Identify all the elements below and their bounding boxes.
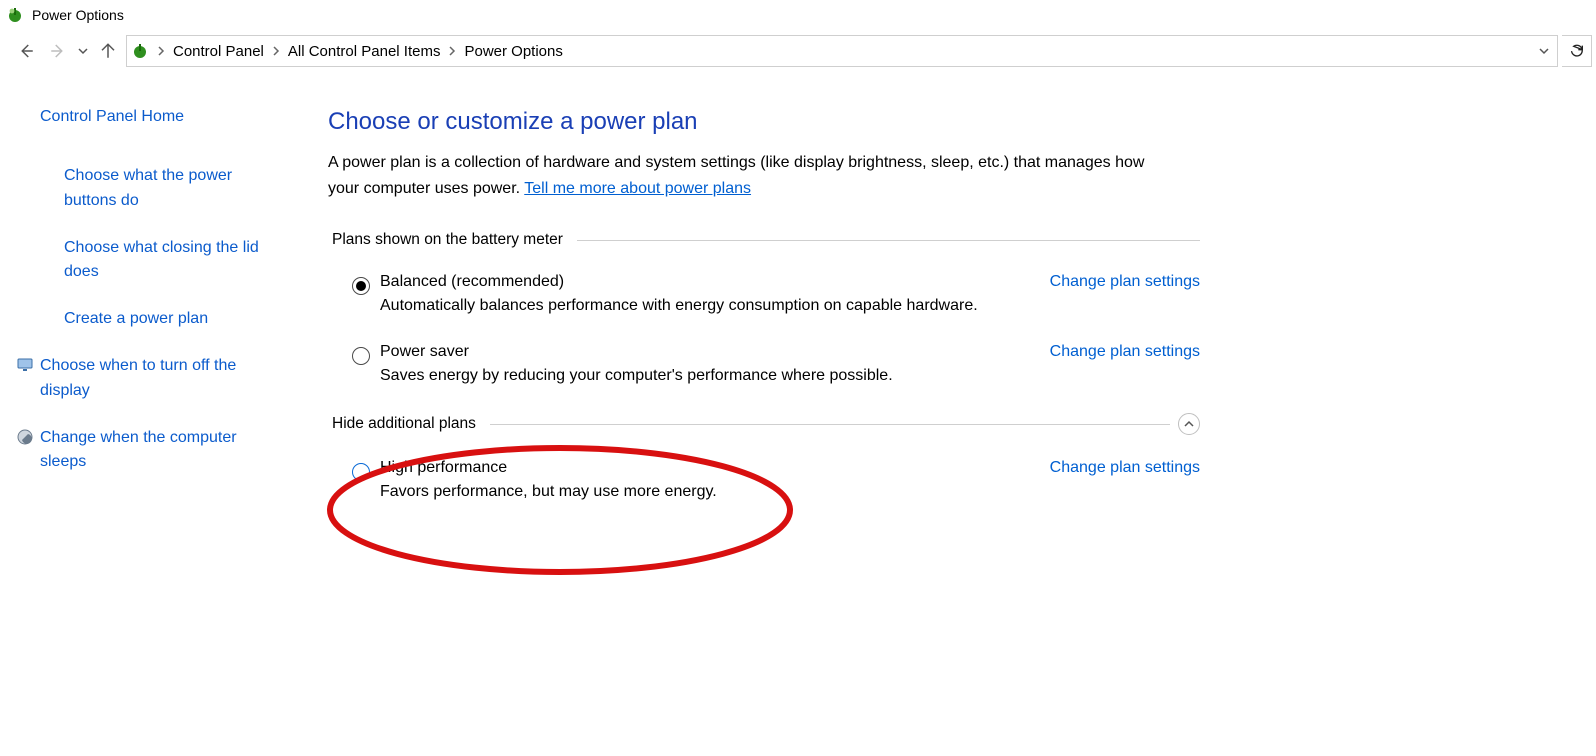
nav-forward-button[interactable]: [44, 37, 72, 65]
collapse-icon[interactable]: [1178, 413, 1200, 435]
group-battery-meter: Plans shown on the battery meter: [328, 231, 1200, 249]
address-bar[interactable]: Control Panel All Control Panel Items Po…: [126, 35, 1558, 67]
radio-balanced[interactable]: [352, 277, 370, 295]
plan-balanced: Balanced (recommended) Change plan setti…: [328, 273, 1200, 315]
change-plan-settings-link[interactable]: Change plan settings: [1050, 459, 1200, 477]
breadcrumb-item[interactable]: Control Panel: [169, 36, 268, 66]
nav-back-button[interactable]: [12, 37, 40, 65]
sidebar-link-lid[interactable]: Choose what closing the lid does: [64, 236, 276, 286]
nav-up-button[interactable]: [94, 37, 122, 65]
group-additional-plans[interactable]: Hide additional plans: [328, 413, 1200, 435]
sidebar: Control Panel Home Choose what the power…: [0, 108, 300, 529]
radio-high-performance[interactable]: [352, 463, 370, 481]
sidebar-link-display-off[interactable]: Choose when to turn off the display: [40, 354, 276, 404]
control-panel-icon: [131, 42, 149, 60]
breadcrumb-item[interactable]: Power Options: [460, 36, 566, 66]
change-plan-settings-link[interactable]: Change plan settings: [1050, 273, 1200, 291]
plan-name[interactable]: Balanced (recommended): [380, 273, 564, 291]
sidebar-link-power-buttons[interactable]: Choose what the power buttons do: [64, 164, 276, 214]
main-content: Choose or customize a power plan A power…: [300, 108, 1200, 529]
navigation-bar: Control Panel All Control Panel Items Po…: [0, 30, 1596, 72]
change-plan-settings-link[interactable]: Change plan settings: [1050, 343, 1200, 361]
window-title: Power Options: [32, 7, 124, 23]
radio-power-saver[interactable]: [352, 347, 370, 365]
page-description: A power plan is a collection of hardware…: [328, 150, 1178, 201]
sleep-settings-icon: [16, 428, 34, 446]
breadcrumb-item[interactable]: All Control Panel Items: [284, 36, 445, 66]
sidebar-link-create-plan[interactable]: Create a power plan: [64, 307, 208, 332]
sidebar-link-sleep[interactable]: Change when the computer sleeps: [40, 426, 276, 476]
plan-name[interactable]: High performance: [380, 459, 507, 477]
address-history-dropdown[interactable]: [1531, 36, 1555, 66]
window-titlebar: Power Options: [0, 0, 1596, 30]
refresh-button[interactable]: [1562, 35, 1592, 67]
plan-description: Favors performance, but may use more ene…: [380, 483, 1080, 501]
page-heading: Choose or customize a power plan: [328, 108, 1200, 136]
learn-more-link[interactable]: Tell me more about power plans: [524, 180, 751, 197]
display-settings-icon: [16, 356, 34, 374]
plan-name[interactable]: Power saver: [380, 343, 469, 361]
nav-history-dropdown[interactable]: [76, 37, 90, 65]
power-options-icon: [6, 6, 24, 24]
breadcrumb-separator[interactable]: [153, 36, 169, 66]
control-panel-home-link[interactable]: Control Panel Home: [40, 108, 276, 126]
breadcrumb-separator[interactable]: [444, 36, 460, 66]
plan-description: Automatically balances performance with …: [380, 297, 1080, 315]
plan-power-saver: Power saver Change plan settings Saves e…: [328, 343, 1200, 385]
plan-description: Saves energy by reducing your computer's…: [380, 367, 1080, 385]
breadcrumb-separator[interactable]: [268, 36, 284, 66]
plan-high-performance: High performance Change plan settings Fa…: [328, 459, 1200, 501]
